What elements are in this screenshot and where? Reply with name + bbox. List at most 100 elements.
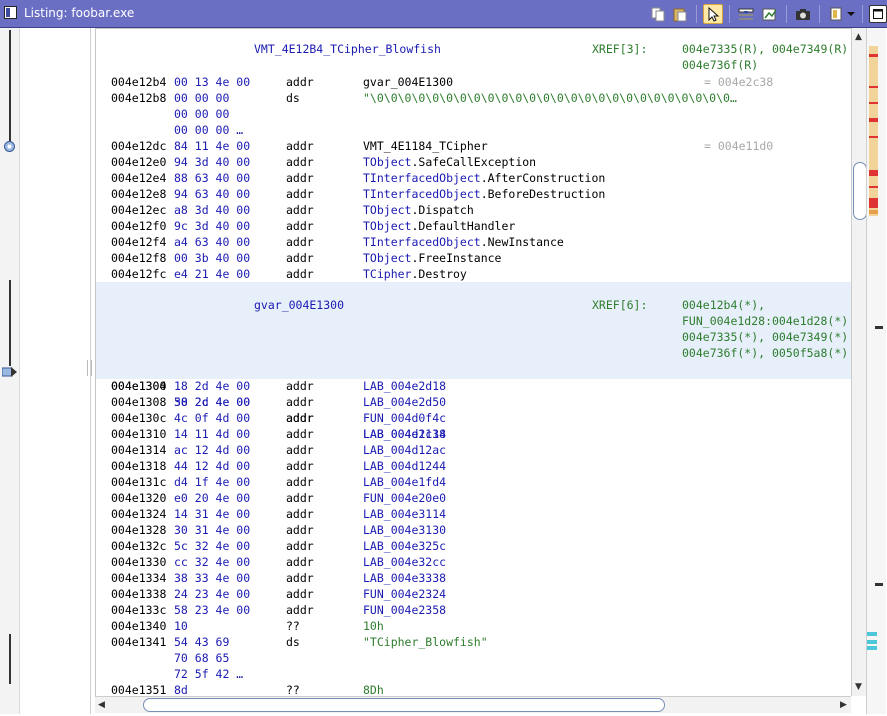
dropdown-icon[interactable] [846,4,856,24]
bytes: ac 12 4d 00 [174,443,251,457]
snapshot-icon[interactable] [793,4,813,24]
address: 004e12f4 [111,235,167,249]
operand[interactable]: FUN_004d0f4c [363,410,446,426]
operand[interactable]: TInterfacedObject.NewInstance [363,234,564,250]
operand-namespace: TObject [363,251,412,265]
operand[interactable]: FUN_004e20e0 [363,490,446,506]
operand[interactable]: LAB_004d1114 [363,426,446,442]
scroll-up-arrow-icon[interactable]: ▲ [855,32,862,42]
operand[interactable]: FUN_004e2324 [363,586,446,602]
operand-function: .SafeCallException [411,155,537,169]
xref-line[interactable]: 004e7335(R), 004e7349(R) [682,42,848,56]
operand[interactable]: VMT_4E1184_TCipher [363,138,488,154]
xref-line[interactable]: FUN_004e1d28:004e1d28(*) [682,314,848,328]
mnemonic: ?? [286,683,300,697]
bytes: 18 2d 4e 00 [174,379,251,393]
cursor-select-icon[interactable] [703,3,723,24]
operand[interactable]: FUN_004e2358 [363,602,446,618]
overview-bar[interactable] [866,28,886,714]
operand[interactable]: LAB_004e2d18 [363,378,446,394]
panel-resize-handle[interactable] [87,360,92,376]
operand[interactable]: "\0\0\0\0\0\0\0\0\0\0\0\0\0\0\0\0\0\0\0\… [363,90,737,106]
mnemonic: addr [286,219,314,233]
bytes: 50 2d 4e 00 [174,395,251,409]
bytes: 94 63 40 00 [174,187,251,201]
xref-line[interactable]: 004e7335(*), 004e7349(*) [682,330,848,344]
operand[interactable]: "TCipher_Blowfish" [363,634,488,650]
operand[interactable]: 8Dh [363,682,384,697]
bytes: 00 3b 40 00 [174,251,251,265]
address: 004e1304 [111,379,167,393]
address: 004e131c [111,475,167,489]
address: 004e1334 [111,571,167,585]
bytes: 30 31 4e 00 [174,523,251,537]
operand[interactable]: TInterfacedObject.AfterConstruction [363,170,605,186]
operand-function: .FreeInstance [411,251,502,265]
address: 004e12e0 [111,155,167,169]
bytes: 00 13 4e 00 [174,75,251,89]
address: 004e12b4 [111,75,167,89]
xref-line[interactable]: 004e12b4(*), [682,298,765,312]
operand[interactable]: TObject.FreeInstance [363,250,501,266]
mnemonic: ds [286,635,300,649]
overview-marker-cyan [867,632,877,652]
operand-namespace: TObject [363,203,412,217]
operand[interactable]: LAB_004e2d50 [363,394,446,410]
mnemonic: addr [286,443,314,457]
scroll-down-arrow-icon[interactable]: ▼ [855,682,862,692]
mnemonic: addr [286,251,314,265]
margin-range-bar [9,30,11,142]
diff-icon[interactable] [760,4,780,24]
toolbar-separator [729,4,730,23]
operand[interactable]: LAB_004d12ac [363,442,446,458]
paste-icon[interactable] [670,4,690,24]
scroll-right-arrow-icon[interactable]: ▶ [840,700,847,710]
bytes: a4 63 40 00 [174,235,251,249]
navigation-margin[interactable] [0,28,20,714]
address: 004e1341 [111,635,167,649]
operand[interactable]: LAB_004e325c [363,538,446,554]
label-gvar[interactable]: gvar_004E1300 [254,298,344,312]
vertical-scroll-thumb[interactable] [853,162,867,220]
operand[interactable]: gvar_004E1300 [363,74,453,90]
operand[interactable]: LAB_004d1244 [363,458,446,474]
mnemonic: addr [286,571,314,585]
operand[interactable]: LAB_004e3338 [363,570,446,586]
cursor-arrow-marker-icon[interactable] [1,363,17,377]
operand[interactable]: LAB_004e32cc [363,554,446,570]
operand[interactable]: LAB_004e1fd4 [363,474,446,490]
address: 004e133c [111,603,167,617]
mnemonic: addr [286,75,314,89]
margin-range-bar [9,634,11,684]
operand[interactable]: TInterfacedObject.BeforeDestruction [363,186,605,202]
operand-function: .Dispatch [411,203,474,217]
operand[interactable]: LAB_004e3114 [363,506,446,522]
copy-icon[interactable] [648,4,668,24]
operand[interactable]: TCipher.Destroy [363,266,467,282]
operand[interactable]: TObject.Dispatch [363,202,474,218]
edit-fields-icon[interactable] [736,4,756,24]
display-options-icon[interactable] [826,4,846,24]
operand[interactable]: TObject.SafeCallException [363,154,536,170]
scroll-left-arrow-icon[interactable]: ◀ [98,700,105,710]
address: 004e1320 [111,491,167,505]
window-titlebar[interactable]: Listing: foobar.exe [0,0,887,28]
vertical-scrollbar[interactable]: ▲ ▼ [851,28,867,696]
address: 004e1328 [111,523,167,537]
operand[interactable]: LAB_004e3130 [363,522,446,538]
bytes: cc 32 4e 00 [174,555,251,569]
maximize-icon[interactable] [869,4,887,23]
xref-line[interactable]: 004e736f(R) [682,58,758,72]
bytes: a8 3d 40 00 [174,203,251,217]
mnemonic: addr [286,491,314,505]
bytes: 00 00 00 [174,91,230,105]
label-vmt-blowfish[interactable]: VMT_4E12B4_TCipher_Blowfish [254,42,441,56]
xref-line[interactable]: 004e736f(*), 0050f5a8(*) [682,346,848,360]
operand[interactable]: TObject.DefaultHandler [363,218,515,234]
horizontal-scrollbar[interactable]: ◀ ▶ [95,696,851,713]
gear-marker-icon[interactable] [3,138,16,152]
listing-view[interactable]: VMT_4E12B4_TCipher_Blowfish XREF[3]: 004… [95,28,852,697]
operand[interactable]: 10h [363,618,384,634]
horizontal-scroll-thumb[interactable] [143,698,665,712]
code-row-current[interactable]: 004e1300 38 2c 4e 00 addr LAB_004e2c38 [96,362,446,441]
